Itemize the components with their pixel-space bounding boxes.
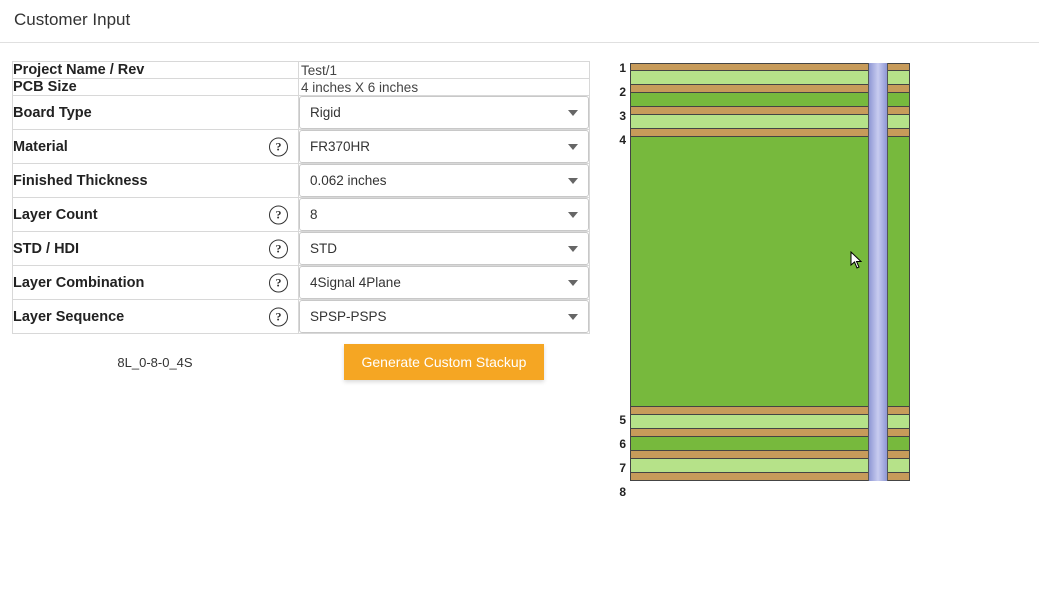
row-finished-thickness: Finished Thickness 0.062 inches xyxy=(13,164,590,198)
page-title: Customer Input xyxy=(0,0,1039,42)
select-layer-count[interactable]: 8 xyxy=(299,198,589,231)
form-footer: 8L_0-8-0_4S Generate Custom Stackup xyxy=(12,344,590,380)
layer-number: 5 xyxy=(612,413,626,427)
label-layer-count: Layer Count ? xyxy=(13,198,299,232)
label-finished-thickness: Finished Thickness xyxy=(13,164,299,198)
label-pcb-size: PCB Size xyxy=(13,79,299,96)
label-material: Material ? xyxy=(13,130,299,164)
label-layer-combination: Layer Combination ? xyxy=(13,266,299,300)
layer-number: 1 xyxy=(612,61,626,75)
label-project-name: Project Name / Rev xyxy=(13,62,299,79)
form-column: Project Name / Rev Test/1 PCB Size 4 inc… xyxy=(12,61,590,481)
help-icon[interactable]: ? xyxy=(269,273,288,292)
through-via xyxy=(868,63,888,481)
help-icon[interactable]: ? xyxy=(269,239,288,258)
label-layer-sequence: Layer Sequence ? xyxy=(13,300,299,334)
row-material: Material ? FR370HR xyxy=(13,130,590,164)
select-layer-combination[interactable]: 4Signal 4Plane xyxy=(299,266,589,299)
select-board-type[interactable]: Rigid xyxy=(299,96,589,129)
stackup-stack: 1 2 3 4 5 6 7 8 xyxy=(630,63,910,481)
stackup-diagram: 1 2 3 4 5 6 7 8 xyxy=(630,63,940,481)
help-icon[interactable]: ? xyxy=(269,307,288,326)
select-finished-thickness[interactable]: 0.062 inches xyxy=(299,164,589,197)
stackup-code: 8L_0-8-0_4S xyxy=(12,355,298,370)
layer-number: 7 xyxy=(612,461,626,475)
select-material[interactable]: FR370HR xyxy=(299,130,589,163)
row-pcb-size: PCB Size 4 inches X 6 inches xyxy=(13,79,590,96)
divider xyxy=(0,42,1039,43)
row-board-type: Board Type Rigid xyxy=(13,96,590,130)
select-layer-sequence[interactable]: SPSP-PSPS xyxy=(299,300,589,333)
row-layer-sequence: Layer Sequence ? SPSP-PSPS xyxy=(13,300,590,334)
value-project-name: Test/1 xyxy=(299,62,590,79)
layer-number: 3 xyxy=(612,109,626,123)
customer-input-form: Project Name / Rev Test/1 PCB Size 4 inc… xyxy=(12,61,590,334)
value-pcb-size: 4 inches X 6 inches xyxy=(299,79,590,96)
row-layer-count: Layer Count ? 8 xyxy=(13,198,590,232)
row-std-hdi: STD / HDI ? STD xyxy=(13,232,590,266)
label-board-type: Board Type xyxy=(13,96,299,130)
label-std-hdi: STD / HDI ? xyxy=(13,232,299,266)
layer-number: 6 xyxy=(612,437,626,451)
help-icon[interactable]: ? xyxy=(269,137,288,156)
layer-number: 4 xyxy=(612,133,626,147)
row-layer-combination: Layer Combination ? 4Signal 4Plane xyxy=(13,266,590,300)
diagram-column: 1 2 3 4 5 6 7 8 xyxy=(630,61,950,481)
layer-number: 8 xyxy=(612,485,626,499)
layer-number: 2 xyxy=(612,85,626,99)
help-icon[interactable]: ? xyxy=(269,205,288,224)
generate-custom-stackup-button[interactable]: Generate Custom Stackup xyxy=(344,344,545,380)
content-area: Project Name / Rev Test/1 PCB Size 4 inc… xyxy=(0,61,1039,481)
select-std-hdi[interactable]: STD xyxy=(299,232,589,265)
row-project-name: Project Name / Rev Test/1 xyxy=(13,62,590,79)
